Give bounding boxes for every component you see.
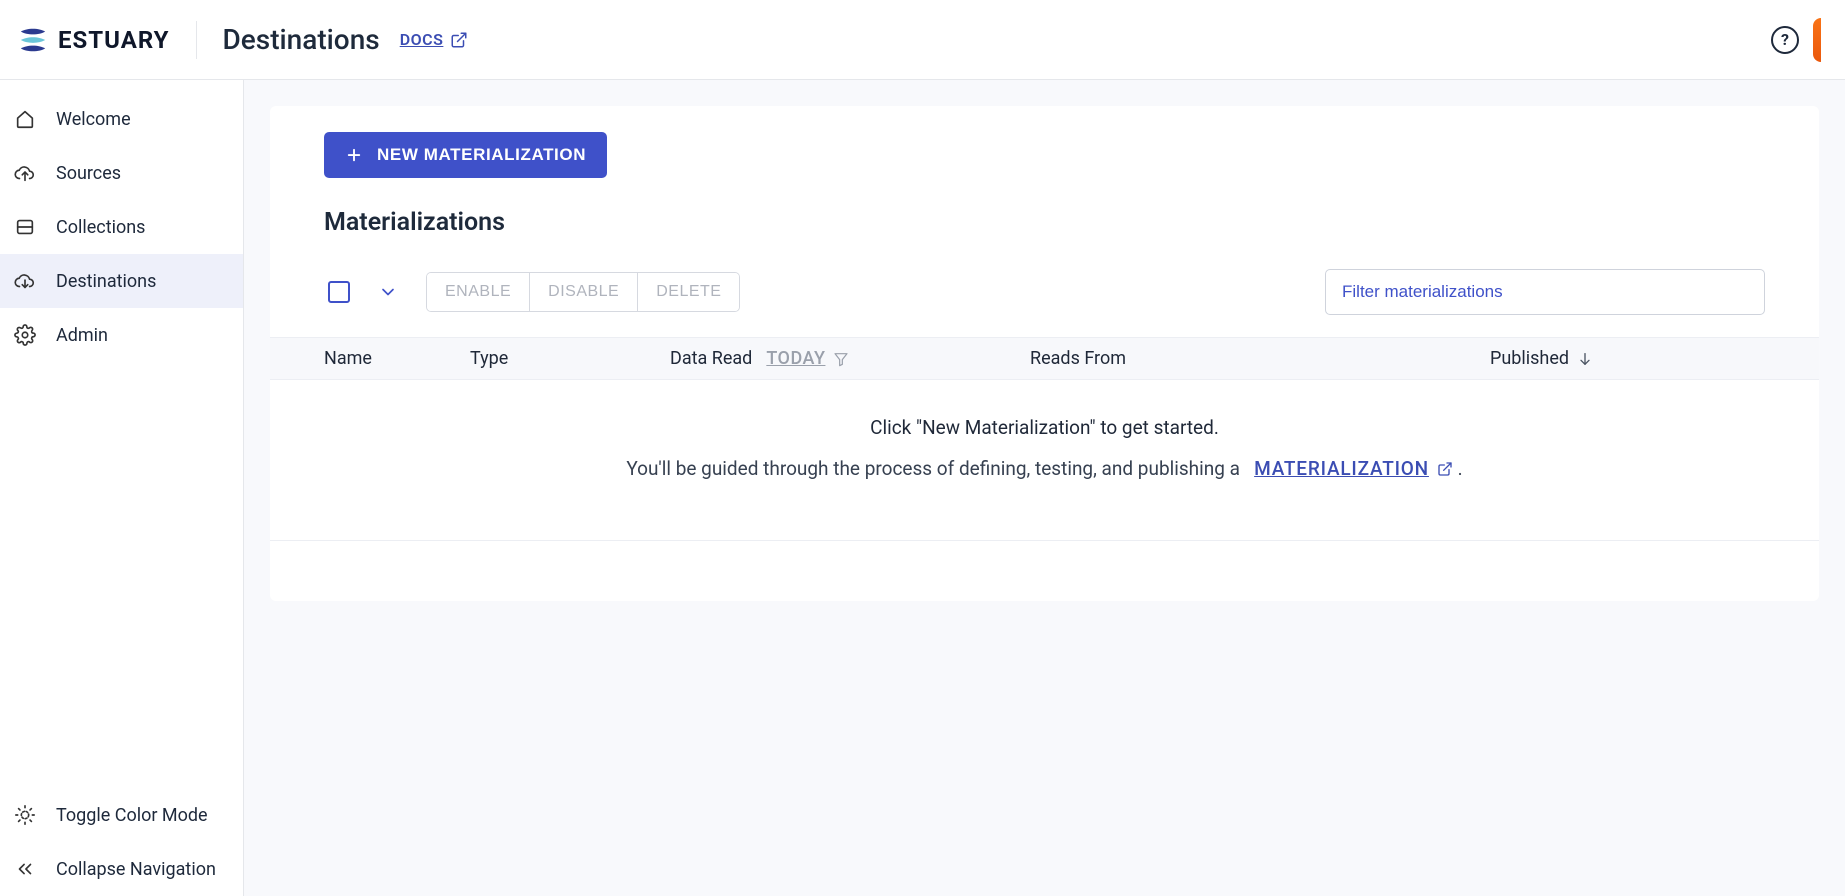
- empty-line2a: You'll be guided through the process of …: [626, 457, 1240, 480]
- cloud-up-icon: [14, 162, 36, 184]
- logo[interactable]: ESTUARY: [18, 25, 170, 55]
- docs-link[interactable]: DOCS: [400, 30, 469, 49]
- empty-line2b: .: [1458, 457, 1463, 480]
- sun-icon: [14, 804, 36, 826]
- col-type[interactable]: Type: [470, 348, 660, 369]
- col-reads-from[interactable]: Reads From: [1020, 348, 1490, 369]
- enable-button[interactable]: ENABLE: [427, 273, 529, 311]
- sidebar-item-sources[interactable]: Sources: [0, 146, 243, 200]
- logo-icon: [18, 25, 48, 55]
- brand-text: ESTUARY: [58, 26, 170, 54]
- empty-line1: Click "New Materialization" to get start…: [270, 416, 1819, 439]
- materialization-docs-link[interactable]: MATERIALIZATION: [1254, 457, 1453, 480]
- sidebar-item-welcome[interactable]: Welcome: [0, 92, 243, 146]
- divider: [196, 21, 197, 59]
- docs-link-label: DOCS: [400, 30, 444, 49]
- disable-button[interactable]: DISABLE: [529, 273, 637, 311]
- cloud-down-icon: [14, 270, 36, 292]
- sidebar-item-admin[interactable]: Admin: [0, 308, 243, 362]
- materialization-link-label: MATERIALIZATION: [1254, 457, 1429, 480]
- select-all-checkbox[interactable]: [328, 281, 350, 303]
- col-data-read[interactable]: Data Read TODAY: [660, 348, 1020, 369]
- gear-icon: [14, 324, 36, 346]
- toggle-color-label: Toggle Color Mode: [56, 805, 208, 826]
- delete-button[interactable]: DELETE: [637, 273, 739, 311]
- col-published-label: Published: [1490, 348, 1569, 369]
- database-icon: [14, 216, 36, 238]
- collapse-nav-label: Collapse Navigation: [56, 859, 216, 880]
- sidebar-item-label: Sources: [56, 163, 121, 184]
- home-icon: [14, 108, 36, 130]
- help-button[interactable]: ?: [1771, 26, 1799, 54]
- plus-icon: [345, 146, 363, 164]
- avatar[interactable]: [1813, 18, 1821, 62]
- new-materialization-button[interactable]: NEW MATERIALIZATION: [324, 132, 607, 178]
- empty-line2: You'll be guided through the process of …: [270, 457, 1819, 480]
- filter-icon: [833, 351, 849, 367]
- table-toolbar: ENABLE DISABLE DELETE: [324, 269, 1765, 315]
- data-read-range-filter[interactable]: TODAY: [766, 348, 849, 369]
- materializations-card: NEW MATERIALIZATION Materializations ENA…: [270, 106, 1819, 601]
- select-menu-chevron[interactable]: [378, 282, 398, 302]
- sidebar-item-label: Welcome: [56, 109, 131, 130]
- external-link-icon: [1437, 461, 1453, 477]
- external-link-icon: [450, 31, 468, 49]
- section-title: Materializations: [324, 208, 1765, 237]
- sidebar-item-label: Destinations: [56, 271, 156, 292]
- col-data-read-label: Data Read: [670, 348, 752, 369]
- chevrons-left-icon: [14, 858, 36, 880]
- data-read-range-label: TODAY: [766, 348, 825, 369]
- col-name[interactable]: Name: [270, 348, 470, 369]
- sidebar-item-label: Collections: [56, 217, 145, 238]
- sidebar: Welcome Sources: [0, 80, 244, 896]
- table-header: Name Type Data Read TODAY Reads From Pub…: [270, 337, 1819, 380]
- sort-down-icon: [1577, 351, 1593, 367]
- bulk-action-group: ENABLE DISABLE DELETE: [426, 272, 740, 312]
- page-title: Destinations: [223, 23, 380, 56]
- filter-input[interactable]: [1325, 269, 1765, 315]
- header: ESTUARY Destinations DOCS ?: [0, 0, 1845, 80]
- collapse-navigation[interactable]: Collapse Navigation: [0, 842, 243, 896]
- main-content: NEW MATERIALIZATION Materializations ENA…: [244, 80, 1845, 896]
- toggle-color-mode[interactable]: Toggle Color Mode: [0, 788, 243, 842]
- sidebar-item-destinations[interactable]: Destinations: [0, 254, 243, 308]
- new-button-label: NEW MATERIALIZATION: [377, 145, 586, 165]
- col-published[interactable]: Published: [1490, 348, 1819, 369]
- sidebar-item-label: Admin: [56, 325, 108, 346]
- empty-state: Click "New Materialization" to get start…: [270, 380, 1819, 541]
- sidebar-item-collections[interactable]: Collections: [0, 200, 243, 254]
